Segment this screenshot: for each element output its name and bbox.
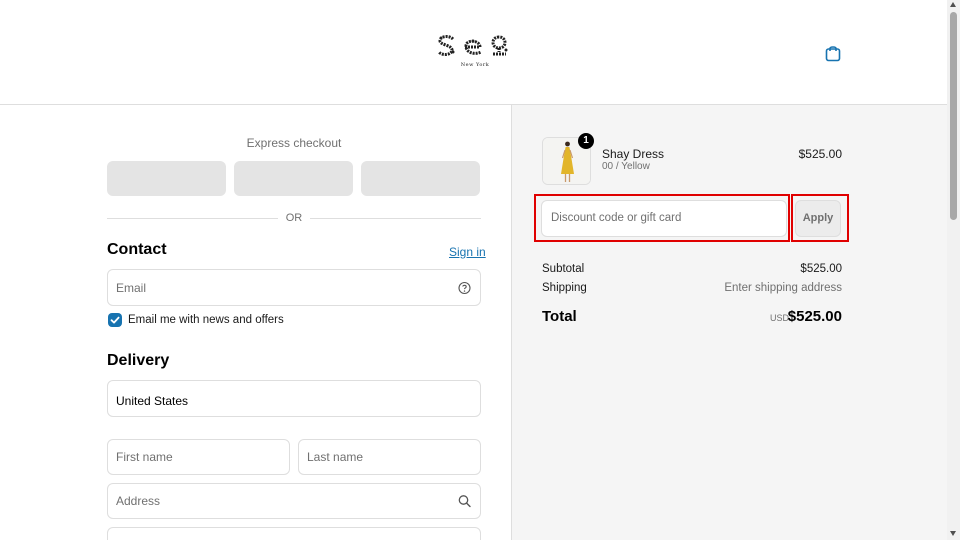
express-checkout-label: Express checkout [246,136,342,150]
country-value: United States [116,393,189,408]
product-name: Shay Dress [602,147,665,161]
last-name-placeholder: Last name [307,450,364,464]
subtotal-label: Subtotal [542,263,585,275]
address-field[interactable]: Address [107,483,481,519]
logo-mark [436,34,514,58]
total-label: Total [542,308,577,325]
apartment-field[interactable] [107,527,481,540]
first-name-field[interactable]: First name [107,439,290,475]
newsletter-checkbox[interactable] [108,313,122,327]
divider-right [310,218,481,219]
contact-heading: Contact [107,241,167,258]
shopping-bag-icon[interactable] [824,44,842,62]
email-field[interactable]: Email [107,269,481,306]
divider-left [107,218,278,219]
shipping-label: Shipping [542,282,587,294]
help-circle-icon[interactable] [458,281,471,294]
country-select[interactable]: United States [107,380,481,417]
apply-button-highlight [791,194,849,242]
search-icon [458,495,471,508]
quantity-badge: 1 [578,133,594,149]
subtotal-value: $525.00 [800,263,842,275]
logo-subtext: New York [460,62,490,68]
scroll-down-arrow-icon[interactable] [950,531,956,536]
logo-glyph-2 [464,39,482,55]
express-pay-button-1[interactable] [107,161,226,196]
last-name-field[interactable]: Last name [298,439,481,475]
delivery-heading: Delivery [107,352,170,369]
or-divider-text: OR [285,212,303,224]
first-name-placeholder: First name [116,450,173,464]
store-logo[interactable]: New York [436,34,514,74]
check-icon [110,316,120,324]
store-header: New York [0,0,947,105]
address-placeholder: Address [116,494,161,508]
page-scrollbar[interactable] [947,0,960,540]
sign-in-link[interactable]: Sign in [449,245,486,259]
product-price: $525.00 [798,147,842,161]
express-pay-button-2[interactable] [234,161,353,196]
discount-input-highlight [534,194,790,242]
product-variant: 00 / Yellow [602,161,650,172]
shipping-value: Enter shipping address [724,282,842,294]
logo-glyph-3 [491,35,508,56]
express-pay-button-3[interactable] [361,161,480,196]
total-value: $525.00 [787,308,842,325]
newsletter-label: Email me with news and offers [128,314,284,326]
scrollbar-thumb[interactable] [950,12,957,220]
total-currency: USD [770,313,790,323]
logo-glyph-1 [437,35,455,56]
email-placeholder: Email [116,280,147,295]
scroll-up-arrow-icon[interactable] [950,2,956,7]
